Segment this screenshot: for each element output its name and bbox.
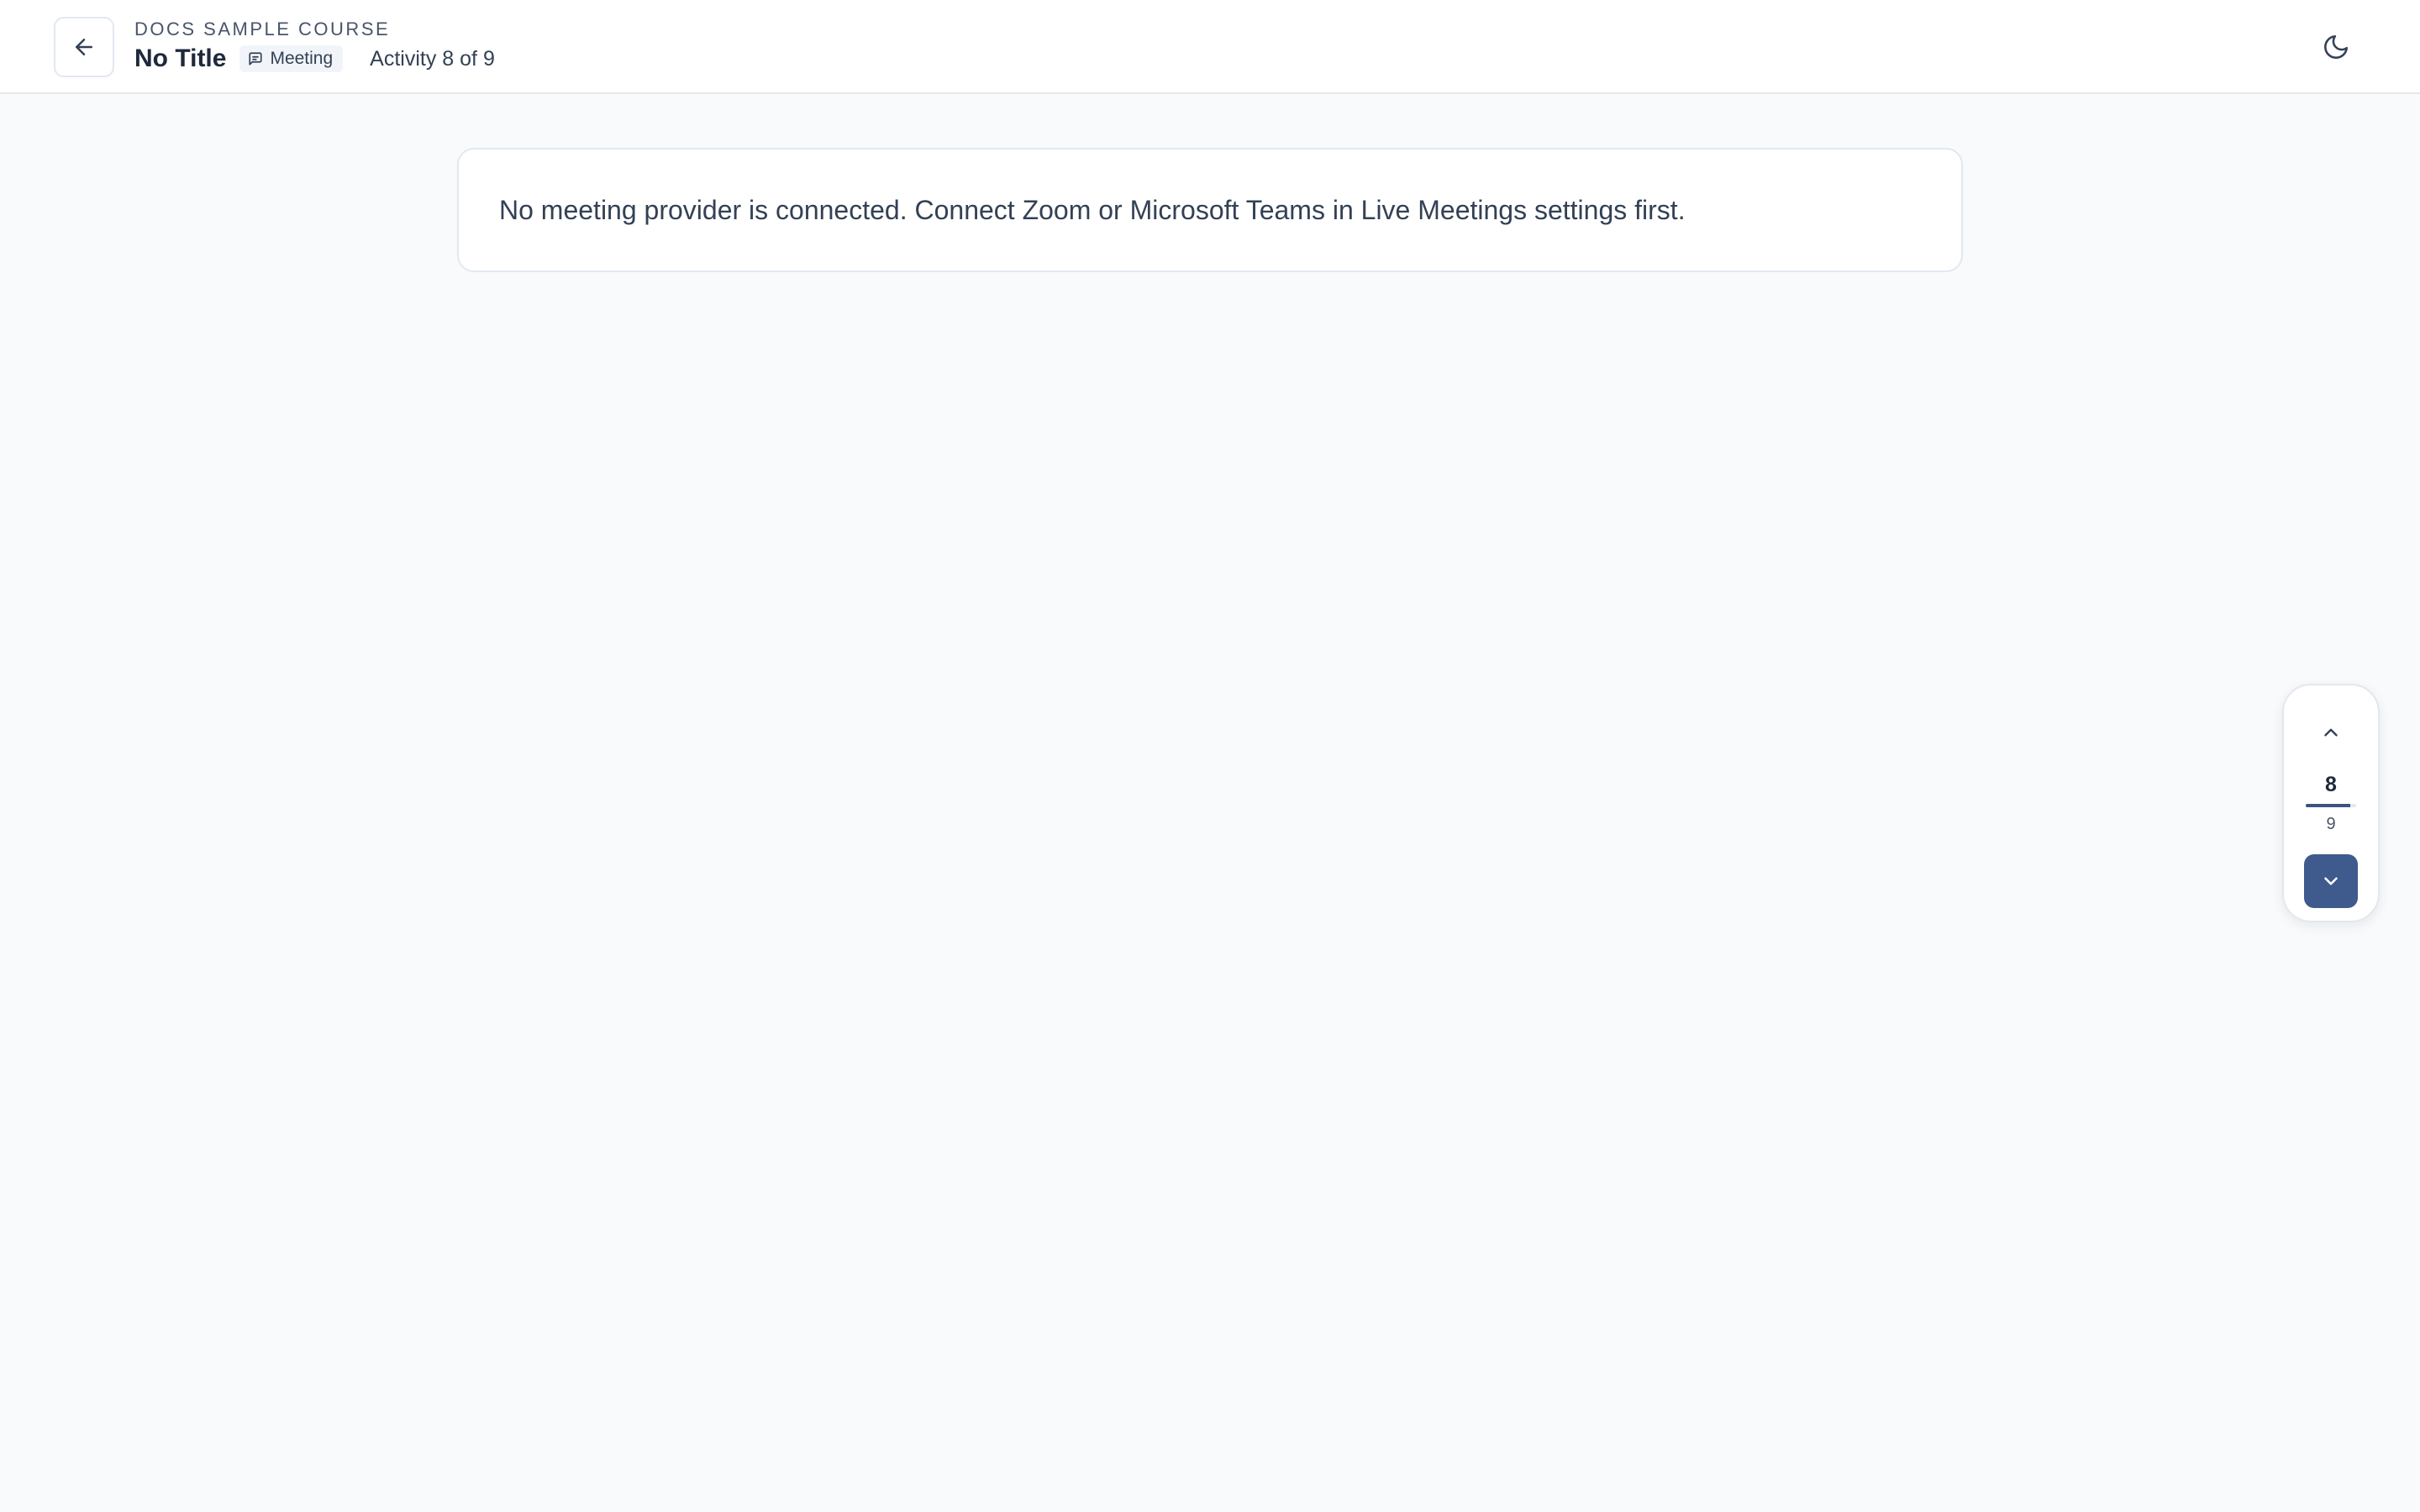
activity-type-badge: Meeting [239, 45, 344, 72]
activity-type-label: Meeting [270, 49, 334, 68]
chevron-down-icon [2324, 877, 2338, 885]
pager-total-number: 9 [2326, 815, 2336, 833]
previous-activity-button[interactable] [2304, 706, 2358, 759]
course-name: DOCS SAMPLE COURSE [134, 18, 391, 39]
activity-title-row: No Title Meeting Activity 8 of 9 [134, 42, 495, 76]
chevron-up-icon [2324, 728, 2338, 737]
pager-progress-fill [2306, 804, 2351, 807]
next-activity-button[interactable] [2304, 854, 2358, 908]
notice-message: No meeting provider is connected. Connec… [499, 194, 1686, 225]
activity-pager: 8 9 [2282, 684, 2380, 922]
pager-progress-bar [2306, 804, 2356, 807]
back-button[interactable] [54, 17, 114, 77]
message-square-icon [249, 52, 263, 66]
moon-icon [2324, 34, 2349, 59]
top-bar: DOCS SAMPLE COURSE No Title Meeting Acti… [0, 0, 2420, 94]
no-provider-notice: No meeting provider is connected. Connec… [457, 148, 1963, 272]
arrow-left-icon [76, 39, 92, 55]
theme-toggle-button[interactable] [2316, 27, 2356, 67]
pager-current-number: 8 [2325, 773, 2337, 796]
activity-counter: Activity 8 of 9 [370, 46, 495, 71]
activity-title: No Title [134, 45, 227, 72]
